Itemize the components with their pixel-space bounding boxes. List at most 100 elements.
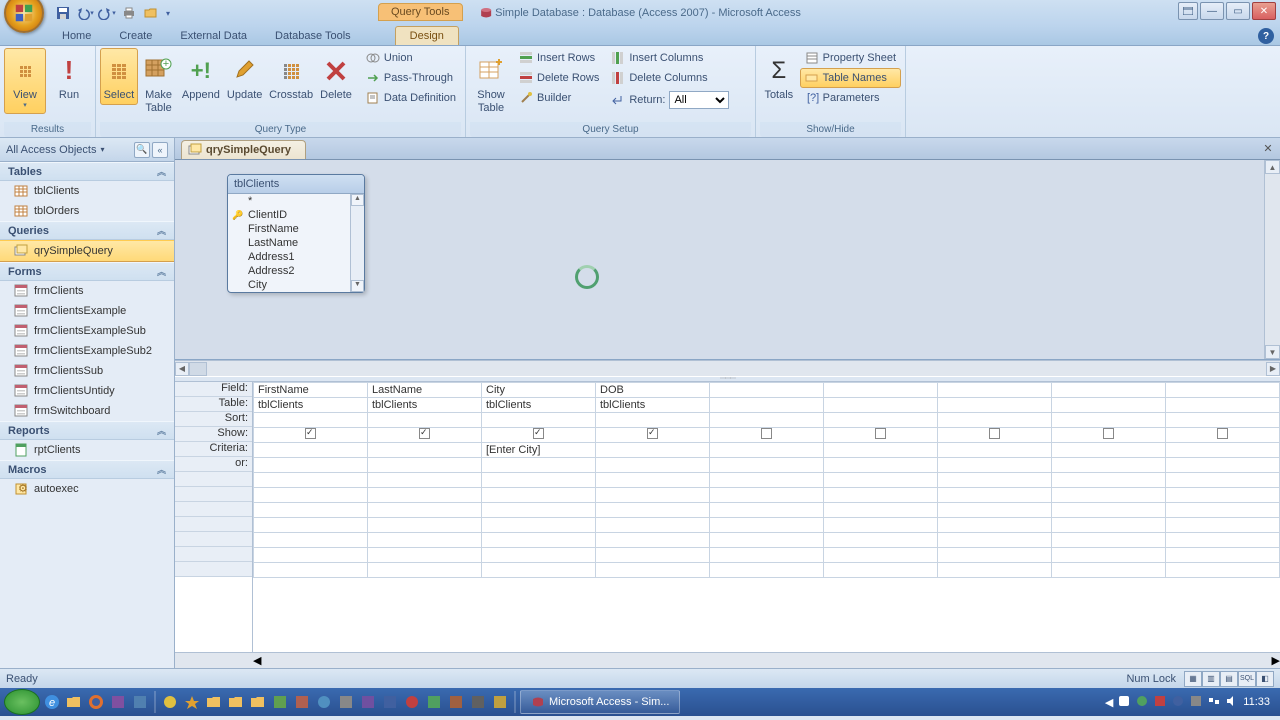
document-close-button[interactable]: ✕ <box>1260 141 1276 155</box>
grid-cell-sort[interactable] <box>596 413 710 428</box>
delete-cols-button[interactable]: Delete Columns <box>606 68 734 88</box>
grid-cell[interactable] <box>1166 533 1280 548</box>
taskbar-app-icon[interactable] <box>130 692 150 712</box>
tray-icon[interactable] <box>1117 694 1131 711</box>
checkbox-icon[interactable] <box>875 428 886 439</box>
checkbox-icon[interactable] <box>989 428 1000 439</box>
grid-cell[interactable] <box>482 473 596 488</box>
document-tab[interactable]: qrySimpleQuery <box>181 140 306 159</box>
checkbox-icon[interactable] <box>419 428 430 439</box>
grid-cell[interactable] <box>254 563 368 578</box>
taskbar-ie-icon[interactable]: e <box>42 692 62 712</box>
grid-cell[interactable] <box>1166 563 1280 578</box>
grid-cell[interactable] <box>938 473 1052 488</box>
nav-item-frmclientsexamplesub2[interactable]: frmClientsExampleSub2 <box>0 341 174 361</box>
scroll-up-icon[interactable]: ▲ <box>351 194 364 206</box>
grid-cell[interactable] <box>596 563 710 578</box>
grid-cell[interactable] <box>254 548 368 563</box>
start-button[interactable] <box>4 689 40 715</box>
grid-cell-criteria[interactable]: [Enter City] <box>482 443 596 458</box>
parameters-button[interactable]: [?]Parameters <box>800 88 901 108</box>
taskbar-app-icon[interactable] <box>336 692 356 712</box>
scrollbar[interactable]: ▲▼ <box>350 194 364 292</box>
scroll-down-icon[interactable]: ▼ <box>351 280 364 292</box>
view-pivottable-icon[interactable]: ▥ <box>1202 671 1220 687</box>
nav-section-tables[interactable]: Tables︽ <box>0 162 174 181</box>
grid-cell-show[interactable] <box>596 428 710 443</box>
run-button[interactable]: !Run <box>48 48 90 105</box>
grid-cell-sort[interactable] <box>482 413 596 428</box>
tray-icon[interactable]: ◀ <box>1105 696 1113 709</box>
checkbox-icon[interactable] <box>761 428 772 439</box>
nav-search-icon[interactable]: 🔍 <box>134 142 150 158</box>
relationship-pane[interactable]: tblClients * 🔑ClientID FirstName LastNam… <box>175 160 1280 360</box>
grid-cell[interactable] <box>482 533 596 548</box>
grid-cell-field[interactable]: FirstName <box>254 383 368 398</box>
help-button[interactable]: ? <box>1258 28 1274 44</box>
grid-cell[interactable] <box>1166 488 1280 503</box>
nav-item-frmswitchboard[interactable]: frmSwitchboard <box>0 401 174 421</box>
grid-cell-show[interactable] <box>254 428 368 443</box>
nav-section-macros[interactable]: Macros︽ <box>0 460 174 479</box>
grid-cell[interactable] <box>1052 443 1166 458</box>
append-button[interactable]: +!Append <box>179 48 222 105</box>
grid-cell[interactable] <box>1166 398 1280 413</box>
table-names-button[interactable]: Table Names <box>800 68 901 88</box>
field-lastname[interactable]: LastName <box>228 236 364 250</box>
grid-cell[interactable] <box>710 398 824 413</box>
nav-item-frmclients[interactable]: frmClients <box>0 281 174 301</box>
view-button[interactable]: View▾ <box>4 48 46 114</box>
insert-cols-button[interactable]: Insert Columns <box>606 48 734 68</box>
nav-item-frmclientsexamplesub[interactable]: frmClientsExampleSub <box>0 321 174 341</box>
grid-cell[interactable] <box>368 488 482 503</box>
grid-cell[interactable] <box>596 548 710 563</box>
grid-cell[interactable] <box>482 488 596 503</box>
grid-cell[interactable] <box>368 458 482 473</box>
taskbar-folder-icon[interactable] <box>204 692 224 712</box>
grid-cell-criteria[interactable] <box>368 443 482 458</box>
property-sheet-button[interactable]: Property Sheet <box>800 48 901 68</box>
select-query-button[interactable]: Select <box>100 48 138 105</box>
tray-icon[interactable] <box>1171 694 1185 711</box>
builder-button[interactable]: Builder <box>514 88 604 108</box>
grid-cell[interactable] <box>710 533 824 548</box>
field-star[interactable]: * <box>228 194 364 208</box>
grid-cell[interactable] <box>1166 548 1280 563</box>
grid-cell-show[interactable] <box>368 428 482 443</box>
taskbar-folder-icon[interactable] <box>248 692 268 712</box>
grid-cell[interactable] <box>254 488 368 503</box>
view-design-icon[interactable]: ◧ <box>1256 671 1274 687</box>
grid-cell[interactable] <box>824 488 938 503</box>
grid-cell[interactable] <box>368 473 482 488</box>
grid-cell[interactable] <box>596 503 710 518</box>
grid-cell-field[interactable]: DOB <box>596 383 710 398</box>
grid-cell[interactable] <box>596 458 710 473</box>
taskbar-app-icon[interactable] <box>490 692 510 712</box>
data-definition-button[interactable]: Data Definition <box>361 88 461 108</box>
scroll-left-icon[interactable]: ◀ <box>253 654 261 667</box>
minimize-button[interactable]: — <box>1200 2 1224 20</box>
taskbar-app-icon[interactable] <box>468 692 488 712</box>
taskbar-app-icon[interactable] <box>424 692 444 712</box>
tray-icon[interactable] <box>1189 694 1203 711</box>
grid-cell[interactable] <box>596 518 710 533</box>
return-select[interactable]: All <box>669 91 729 109</box>
view-sql-icon[interactable]: SQL <box>1238 671 1256 687</box>
qat-print-icon[interactable] <box>118 3 140 23</box>
taskbar-firefox-icon[interactable] <box>86 692 106 712</box>
tray-icon[interactable] <box>1135 694 1149 711</box>
tab-create[interactable]: Create <box>105 27 166 45</box>
grid-cell-sort[interactable] <box>368 413 482 428</box>
select-all-icon[interactable] <box>189 362 207 376</box>
delete-query-button[interactable]: Delete <box>317 48 355 105</box>
horizontal-scrollbar[interactable]: ◀▶ <box>175 360 1280 376</box>
field-city[interactable]: City <box>228 278 364 292</box>
grid-cell-table[interactable]: tblClients <box>368 398 482 413</box>
grid-cell[interactable] <box>824 443 938 458</box>
grid-cell-show[interactable] <box>482 428 596 443</box>
grid-cell[interactable] <box>482 503 596 518</box>
checkbox-icon[interactable] <box>1217 428 1228 439</box>
nav-header[interactable]: All Access Objects ▾ 🔍« <box>0 138 174 162</box>
grid-cell[interactable] <box>482 548 596 563</box>
grid-cell[interactable] <box>938 458 1052 473</box>
